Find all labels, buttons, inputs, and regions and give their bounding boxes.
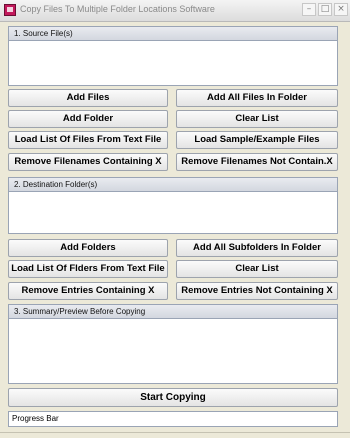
start-copying-button[interactable]: Start Copying bbox=[8, 388, 338, 407]
app-icon bbox=[4, 4, 16, 16]
load-files-from-text-button[interactable]: Load List Of Files From Text File bbox=[8, 131, 168, 149]
add-folders-button[interactable]: Add Folders bbox=[8, 239, 168, 257]
progress-bar: Progress Bar bbox=[8, 411, 338, 427]
source-files-list[interactable] bbox=[9, 41, 337, 85]
add-files-button[interactable]: Add Files bbox=[8, 89, 168, 107]
window-bottom-edge bbox=[0, 432, 350, 433]
title-bar: Copy Files To Multiple Folder Locations … bbox=[0, 0, 350, 22]
add-folder-button[interactable]: Add Folder bbox=[8, 110, 168, 128]
clear-source-list-button[interactable]: Clear List bbox=[176, 110, 338, 128]
destination-folders-list[interactable] bbox=[9, 192, 337, 233]
minimize-button[interactable]: – bbox=[302, 3, 316, 16]
summary-header: 3. Summary/Preview Before Copying bbox=[9, 305, 337, 319]
remove-entries-containing-button[interactable]: Remove Entries Containing X bbox=[8, 282, 168, 300]
summary-preview-area[interactable] bbox=[9, 319, 337, 383]
add-all-files-in-folder-button[interactable]: Add All Files In Folder bbox=[176, 89, 338, 107]
window-title: Copy Files To Multiple Folder Locations … bbox=[20, 4, 215, 14]
summary-panel: 3. Summary/Preview Before Copying bbox=[8, 304, 338, 384]
add-all-subfolders-button[interactable]: Add All Subfolders In Folder bbox=[176, 239, 338, 257]
close-button[interactable]: × bbox=[334, 3, 348, 16]
load-folders-from-text-button[interactable]: Load List Of Flders From Text File bbox=[8, 260, 168, 278]
remove-filenames-containing-button[interactable]: Remove Filenames Containing X bbox=[8, 153, 168, 171]
maximize-button[interactable]: □ bbox=[318, 3, 332, 16]
load-sample-files-button[interactable]: Load Sample/Example Files bbox=[176, 131, 338, 149]
source-files-header: 1. Source File(s) bbox=[9, 27, 337, 41]
clear-destination-list-button[interactable]: Clear List bbox=[176, 260, 338, 278]
destination-folders-header: 2. Destination Folder(s) bbox=[9, 178, 337, 192]
remove-filenames-not-containing-button[interactable]: Remove Filenames Not Contain.X bbox=[176, 153, 338, 171]
source-files-panel: 1. Source File(s) bbox=[8, 26, 338, 86]
remove-entries-not-containing-button[interactable]: Remove Entries Not Containing X bbox=[176, 282, 338, 300]
destination-folders-panel: 2. Destination Folder(s) bbox=[8, 177, 338, 234]
